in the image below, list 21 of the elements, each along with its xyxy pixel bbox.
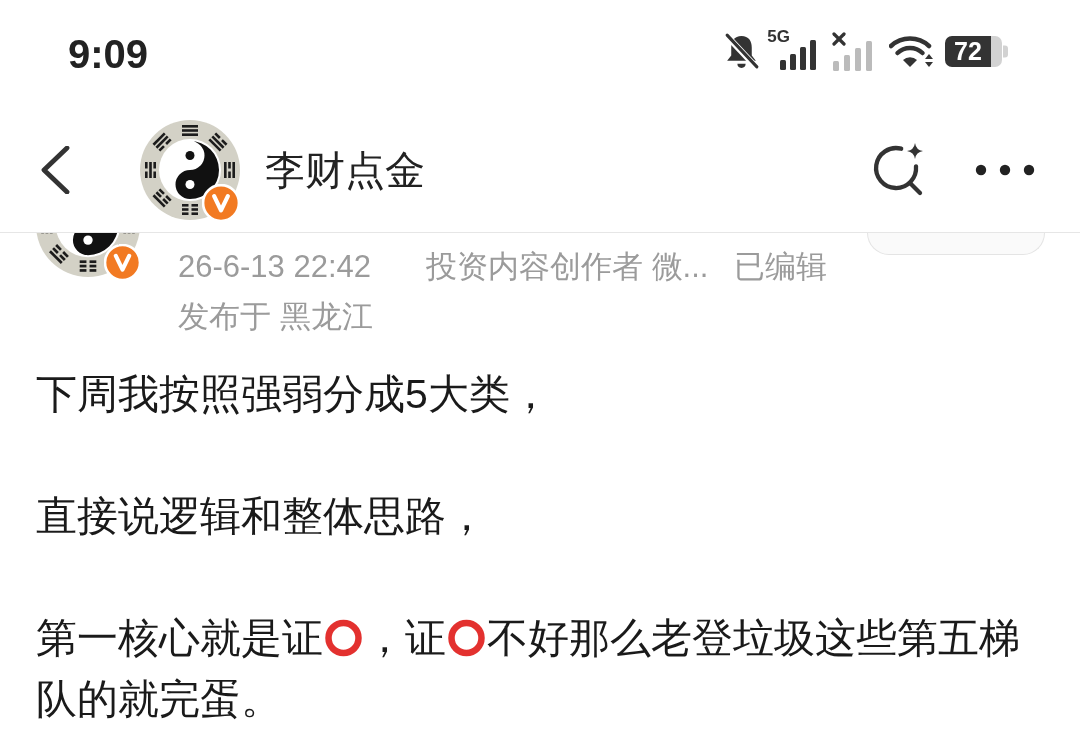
edited-label: 已编辑 bbox=[734, 248, 828, 286]
post-text: 队的就完蛋。 bbox=[36, 676, 282, 722]
post-text: 直接说逻辑和整体思路， bbox=[36, 493, 487, 539]
post-text: 不好那么老登垃圾这些第五梯 bbox=[487, 615, 1020, 661]
post-source: 投资内容创作者 微... bbox=[426, 248, 709, 286]
post-text: ，证 bbox=[364, 615, 446, 661]
battery-percent: 72 bbox=[945, 36, 991, 67]
battery-end-icon bbox=[991, 36, 1008, 67]
post-timestamp: 26-6-13 22:42 bbox=[178, 248, 373, 286]
more-dots-icon bbox=[975, 164, 1035, 176]
ring-emoji-icon bbox=[323, 619, 364, 657]
chevron-left-icon bbox=[40, 146, 70, 194]
wifi-icon bbox=[889, 34, 935, 69]
ring-emoji-icon bbox=[446, 619, 487, 657]
post-text: 第一核心就是证 bbox=[36, 615, 323, 661]
post-text: 下周我按照强弱分成5大类， bbox=[36, 371, 551, 417]
bell-off-icon bbox=[723, 32, 761, 71]
post-location: 发布于 黑龙江 bbox=[178, 298, 373, 336]
account-name: 李财点金 bbox=[265, 150, 425, 190]
network-label: 5G bbox=[767, 27, 790, 45]
status-time: 9:09 bbox=[68, 34, 149, 74]
